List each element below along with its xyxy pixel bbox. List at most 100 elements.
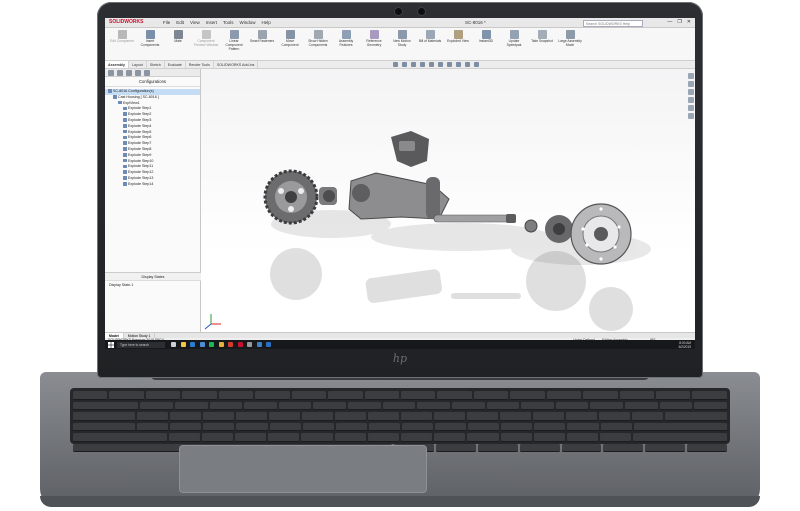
key[interactable] (501, 422, 533, 431)
key[interactable] (334, 433, 366, 442)
key[interactable] (546, 391, 582, 400)
key[interactable] (201, 433, 233, 442)
large-assembly-button[interactable]: Large Assembly Mode (557, 30, 583, 58)
taskbar-search-input[interactable]: Type here to search (117, 341, 165, 348)
menu-item-file[interactable]: File (163, 20, 170, 25)
key[interactable] (73, 433, 167, 442)
windows-start-icon[interactable] (108, 341, 114, 348)
key[interactable] (291, 391, 327, 400)
display-state-item[interactable]: Display State-1 (105, 281, 201, 289)
cast-housing-part[interactable] (348, 172, 450, 220)
property-manager-tab-icon[interactable] (117, 70, 123, 76)
key[interactable] (434, 412, 465, 421)
key[interactable] (467, 433, 499, 442)
spotify-icon[interactable] (209, 342, 214, 347)
graphics-area[interactable] (201, 69, 695, 332)
key[interactable] (603, 443, 644, 452)
key[interactable] (348, 401, 381, 410)
show-hidden-button[interactable]: Show Hidden Components (305, 30, 331, 58)
key[interactable] (368, 422, 400, 431)
key[interactable] (268, 433, 300, 442)
key[interactable] (145, 391, 181, 400)
key[interactable] (235, 433, 267, 442)
menu-item-help[interactable]: Help (262, 20, 271, 25)
key[interactable] (302, 412, 333, 421)
key[interactable] (633, 433, 728, 442)
key[interactable] (694, 401, 727, 410)
menu-item-insert[interactable]: Insert (206, 20, 217, 25)
key[interactable] (170, 412, 201, 421)
key[interactable] (236, 412, 267, 421)
edit-component-button[interactable]: Edit Component (109, 30, 135, 58)
linear-pattern-button[interactable]: Linear Component Pattern (221, 30, 247, 58)
disc-hub-part[interactable] (545, 215, 573, 243)
tab-assembly[interactable]: Assembly (105, 61, 129, 68)
design-library-icon[interactable] (688, 81, 694, 87)
key[interactable] (600, 422, 632, 431)
menu-item-edit[interactable]: Edit (176, 20, 184, 25)
bearing-part[interactable] (524, 219, 538, 233)
key[interactable] (255, 391, 290, 400)
key[interactable] (382, 401, 416, 410)
key[interactable] (467, 412, 498, 421)
key[interactable] (203, 422, 235, 431)
key[interactable] (137, 422, 169, 431)
key[interactable] (236, 422, 268, 431)
key[interactable] (534, 422, 566, 431)
brake-caliper-part[interactable] (391, 131, 429, 167)
key[interactable] (168, 433, 200, 442)
chrome-icon[interactable] (218, 342, 224, 347)
menu-item-view[interactable]: View (190, 20, 200, 25)
key[interactable] (451, 401, 485, 410)
key[interactable] (73, 422, 136, 431)
key[interactable] (328, 391, 363, 400)
exploded-view-button[interactable]: Exploded View (445, 30, 471, 58)
snapshot-button[interactable]: Take Snapshot (529, 30, 555, 58)
key[interactable] (313, 401, 347, 410)
solidworks-resources-icon[interactable] (688, 73, 694, 79)
settings-icon[interactable] (247, 342, 252, 347)
tab-render-tools[interactable]: Render Tools (186, 61, 214, 68)
tree-item[interactable]: Explode Step14 (105, 182, 200, 188)
key[interactable] (500, 412, 531, 421)
key[interactable] (278, 401, 312, 410)
key[interactable] (561, 443, 602, 452)
key[interactable] (477, 443, 518, 452)
brake-rotor-part[interactable] (570, 203, 632, 265)
motion-study-button[interactable]: New Motion Study (389, 30, 415, 58)
key[interactable] (170, 422, 202, 431)
key[interactable] (203, 412, 234, 421)
view-settings-icon[interactable] (474, 62, 479, 67)
menu-item-tools[interactable]: Tools (223, 20, 234, 25)
key[interactable] (368, 412, 399, 421)
key[interactable] (692, 391, 727, 400)
key[interactable] (486, 401, 520, 410)
custom-properties-icon[interactable] (688, 113, 694, 119)
key[interactable] (73, 412, 135, 421)
key[interactable] (687, 443, 727, 452)
key[interactable] (137, 412, 168, 421)
configuration-manager-tab-icon[interactable] (126, 70, 132, 76)
edit-appearance-icon[interactable] (456, 62, 461, 67)
key[interactable] (473, 391, 509, 400)
previous-view-icon[interactable] (411, 62, 416, 67)
taskbar-clock[interactable]: 8:00 AM 6/2/2019 (679, 341, 691, 349)
appearances-icon[interactable] (688, 105, 694, 111)
key[interactable] (218, 391, 254, 400)
acrobat-icon[interactable] (228, 342, 233, 347)
key[interactable] (435, 422, 467, 431)
key[interactable] (656, 391, 691, 400)
key[interactable] (567, 433, 599, 442)
menu-item-window[interactable]: Window (240, 20, 256, 25)
key[interactable] (364, 391, 399, 400)
feature-manager-tab-icon[interactable] (108, 70, 114, 76)
insert-components-button[interactable]: Insert Components (137, 30, 163, 58)
dimxpert-tab-icon[interactable] (135, 70, 141, 76)
file-explorer-icon[interactable] (180, 342, 186, 347)
touchpad[interactable] (180, 446, 426, 492)
key[interactable] (599, 412, 630, 421)
key[interactable] (73, 401, 139, 410)
key[interactable] (437, 391, 472, 400)
hide-show-items-icon[interactable] (447, 62, 452, 67)
hub-spacer-part[interactable] (319, 187, 337, 205)
